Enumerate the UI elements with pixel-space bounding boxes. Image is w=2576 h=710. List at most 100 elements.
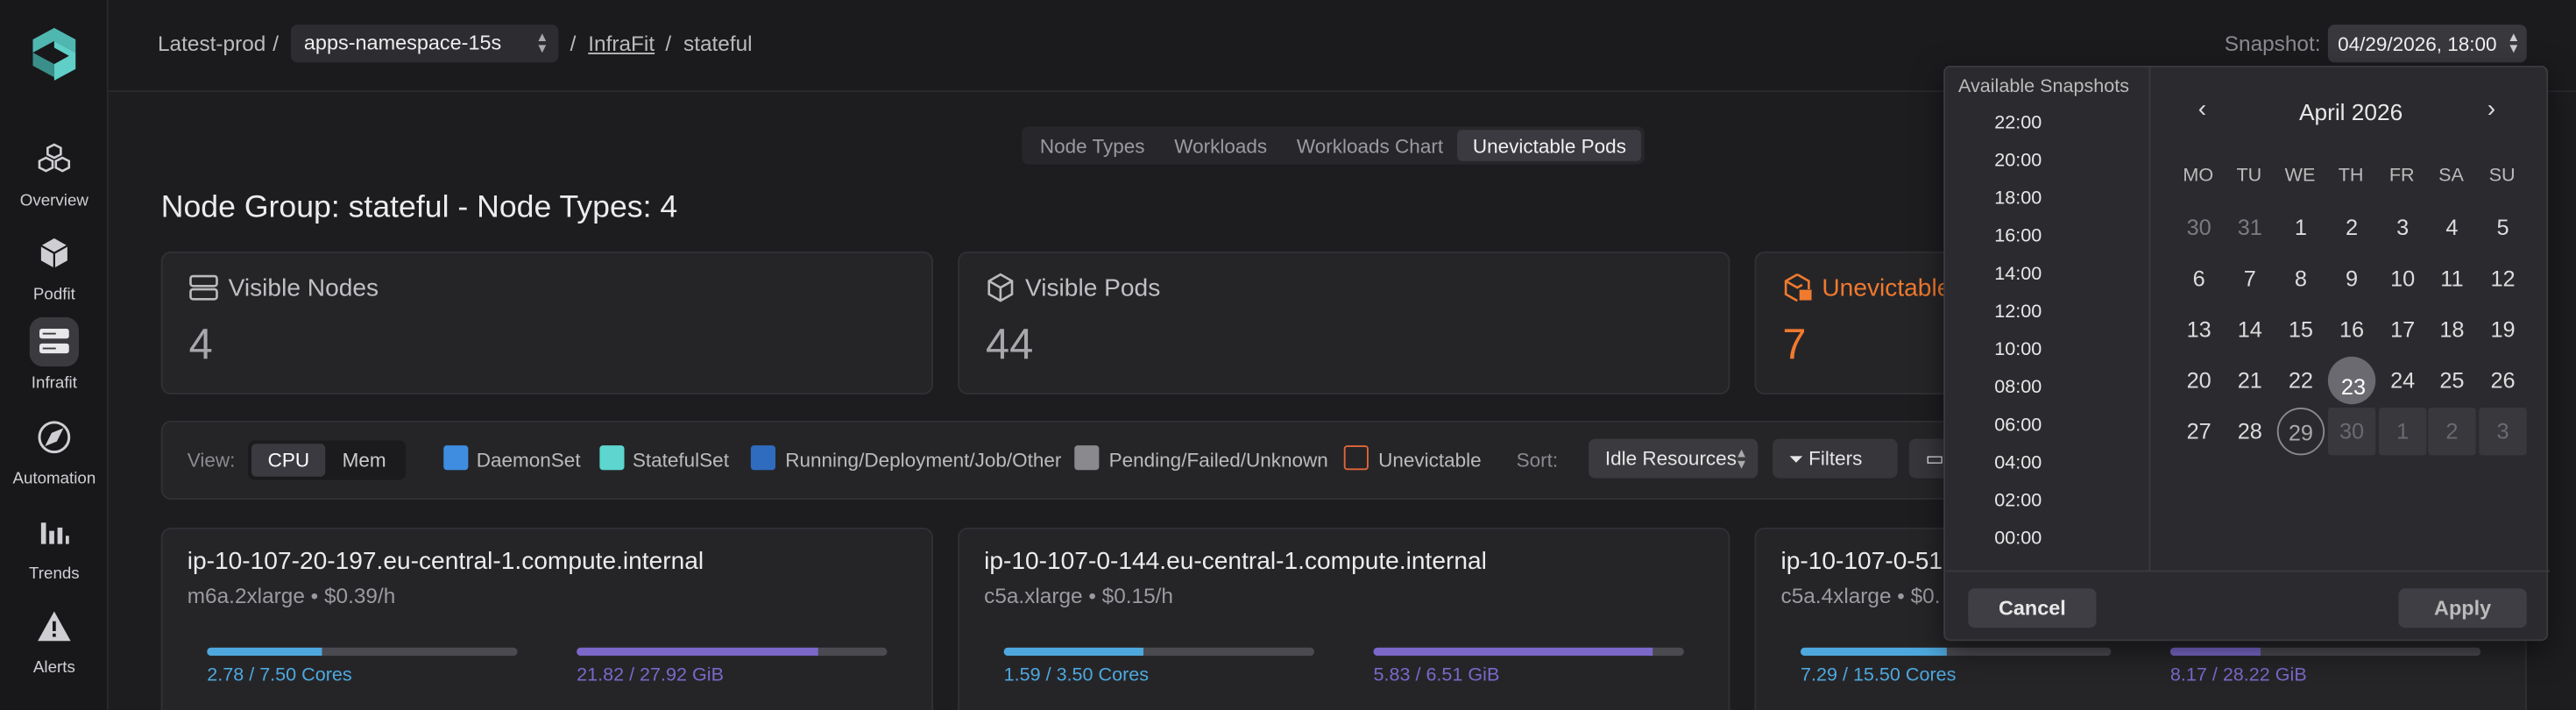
calendar-day[interactable]: 17	[2379, 306, 2426, 353]
legend-unevictable[interactable]: Unevictable	[1378, 449, 1482, 472]
time-option[interactable]: 00:00	[1994, 529, 2042, 550]
calendar-day[interactable]: 28	[2226, 408, 2274, 455]
time-option[interactable]: 18:00	[1994, 189, 2042, 209]
snapshot-select[interactable]: 04/29/2026, 18:00 ▲ ▼	[2327, 25, 2527, 63]
nav-automation[interactable]: Automation	[0, 413, 109, 488]
calendar-day[interactable]: 23	[2327, 356, 2376, 405]
nav-infrafit[interactable]: Infrafit	[0, 316, 109, 393]
weekday-header: SU	[2488, 166, 2516, 186]
app-logo-icon[interactable]	[32, 26, 78, 82]
time-option[interactable]: 12:00	[1994, 302, 2042, 323]
calendar-day[interactable]: 24	[2379, 357, 2426, 404]
legend-daemonset[interactable]: DaemonSet	[477, 449, 581, 472]
calendar-day[interactable]: 4	[2428, 204, 2475, 252]
breadcrumb-sep: /	[665, 31, 672, 56]
calendar-day[interactable]: 7	[2226, 255, 2274, 302]
calendar-day[interactable]: 3	[2379, 204, 2426, 252]
time-option[interactable]: 14:00	[1994, 265, 2042, 285]
calendar-day[interactable]: 27	[2176, 408, 2223, 455]
calendar-day[interactable]: 11	[2428, 255, 2475, 302]
namespace-select[interactable]: apps-namespace-15s ▲ ▼	[290, 25, 559, 63]
legend-swatch-pending	[1074, 445, 1100, 471]
time-option[interactable]: 10:00	[1994, 340, 2042, 360]
calendar-day[interactable]: 8	[2277, 255, 2325, 302]
calendar-day[interactable]: 30	[2176, 204, 2223, 252]
calendar-day[interactable]: 9	[2328, 255, 2375, 302]
cancel-button[interactable]: Cancel	[1968, 588, 2097, 628]
breadcrumb-root[interactable]: Latest-prod	[158, 32, 265, 56]
nav-overview[interactable]: Overview	[0, 135, 109, 210]
sort-select[interactable]: Idle Resources ▲ ▼	[1589, 438, 1759, 479]
weekday-header: FR	[2388, 166, 2415, 186]
legend-running[interactable]: Running/Deployment/Job/Other	[785, 449, 1061, 472]
tab-workloads[interactable]: Workloads	[1159, 130, 1282, 161]
tab-workloads-chart[interactable]: Workloads Chart	[1282, 130, 1458, 161]
time-option[interactable]: 02:00	[1994, 492, 2042, 512]
calendar-day[interactable]: 10	[2379, 255, 2426, 302]
calendar: ‹ April 2026 › MO TU WE TH FR SA SU 30 31 1 2 3 4 5 6 7…	[2152, 67, 2550, 571]
calendar-day: 30	[2327, 408, 2376, 456]
cpu-usage: 7.29 / 15.50 Cores	[1801, 665, 1957, 685]
calendar-day[interactable]: 2	[2328, 204, 2375, 252]
calendar-day[interactable]: 5	[2479, 204, 2526, 252]
legend-pending[interactable]: Pending/Failed/Unknown	[1109, 449, 1328, 472]
calendar-day[interactable]: 20	[2176, 357, 2223, 404]
calendar-day: 2	[2428, 408, 2476, 456]
bar-chart-icon	[30, 508, 79, 557]
calendar-day[interactable]: 29	[2276, 408, 2325, 456]
alert-icon	[30, 601, 79, 650]
nav-podfit-label: Podfit	[32, 286, 75, 304]
node-card[interactable]: ip-10-107-20-197.eu-central-1.compute.in…	[160, 527, 933, 710]
summary-value: 4	[188, 318, 213, 368]
calendar-day[interactable]: 12	[2479, 255, 2526, 302]
cubes-icon	[30, 135, 79, 184]
nav-podfit[interactable]: Podfit	[0, 229, 109, 304]
legend-statefulset[interactable]: StatefulSet	[633, 449, 729, 472]
calendar-day[interactable]: 22	[2277, 357, 2325, 404]
filters-button[interactable]: ⏷ Filters	[1773, 438, 1898, 479]
time-option[interactable]: 04:00	[1994, 454, 2042, 474]
calendar-day[interactable]: 21	[2226, 357, 2274, 404]
calendar-day[interactable]: 6	[2176, 255, 2223, 302]
calendar-day[interactable]: 31	[2226, 204, 2274, 252]
nav-trends[interactable]: Trends	[0, 508, 109, 584]
breadcrumb-infrafit-link[interactable]: InfraFit	[588, 32, 655, 56]
summary-card-visible-pods: Visible Pods 44	[958, 251, 1730, 394]
calendar-day[interactable]: 26	[2479, 357, 2526, 404]
sort-label: Sort:	[1516, 448, 1559, 472]
node-name: ip-10-107-0-144.eu-central-1.compute.int…	[984, 547, 1487, 576]
nav-overview-label: Overview	[19, 192, 88, 210]
snapshot-picker-popover: Available Snapshots 22:00 20:00 18:00 16…	[1943, 66, 2550, 642]
view-toggle: CPU Mem	[248, 440, 407, 480]
calendar-day[interactable]: 13	[2176, 306, 2223, 353]
calendar-day[interactable]: 1	[2277, 204, 2325, 252]
view-mem-button[interactable]: Mem	[326, 444, 403, 477]
apply-button[interactable]: Apply	[2398, 588, 2527, 628]
breadcrumb-sep: /	[272, 31, 280, 56]
calendar-day[interactable]: 19	[2479, 306, 2526, 353]
mem-bar	[1373, 647, 1684, 657]
calendar-day[interactable]: 25	[2428, 357, 2475, 404]
tab-node-types[interactable]: Node Types	[1025, 130, 1159, 161]
compass-icon	[30, 413, 79, 462]
summary-label: Unevictable	[1822, 274, 1951, 302]
tab-unevictable-pods[interactable]: Unevictable Pods	[1457, 130, 1641, 161]
time-option[interactable]: 16:00	[1994, 227, 2042, 247]
calendar-day[interactable]: 18	[2428, 306, 2475, 353]
next-month-icon[interactable]: ›	[2488, 96, 2495, 124]
node-card[interactable]: ip-10-107-0-144.eu-central-1.compute.int…	[958, 527, 1730, 710]
export-button[interactable]: ▭	[1908, 438, 1949, 479]
calendar-day[interactable]: 14	[2226, 306, 2274, 353]
time-option[interactable]: 06:00	[1994, 415, 2042, 436]
nav-alerts-label: Alerts	[32, 658, 75, 678]
time-option[interactable]: 20:00	[1994, 152, 2042, 172]
calendar-day[interactable]: 16	[2328, 306, 2375, 353]
view-cpu-button[interactable]: CPU	[251, 444, 326, 477]
nav-alerts[interactable]: Alerts	[0, 601, 109, 678]
server-icon	[189, 274, 218, 301]
sort-value: Idle Resources	[1604, 447, 1737, 471]
calendar-day[interactable]: 15	[2277, 306, 2325, 353]
time-option[interactable]: 08:00	[1994, 378, 2042, 398]
time-option[interactable]: 22:00	[1994, 113, 2042, 133]
legend-swatch-statefulset	[599, 445, 625, 471]
